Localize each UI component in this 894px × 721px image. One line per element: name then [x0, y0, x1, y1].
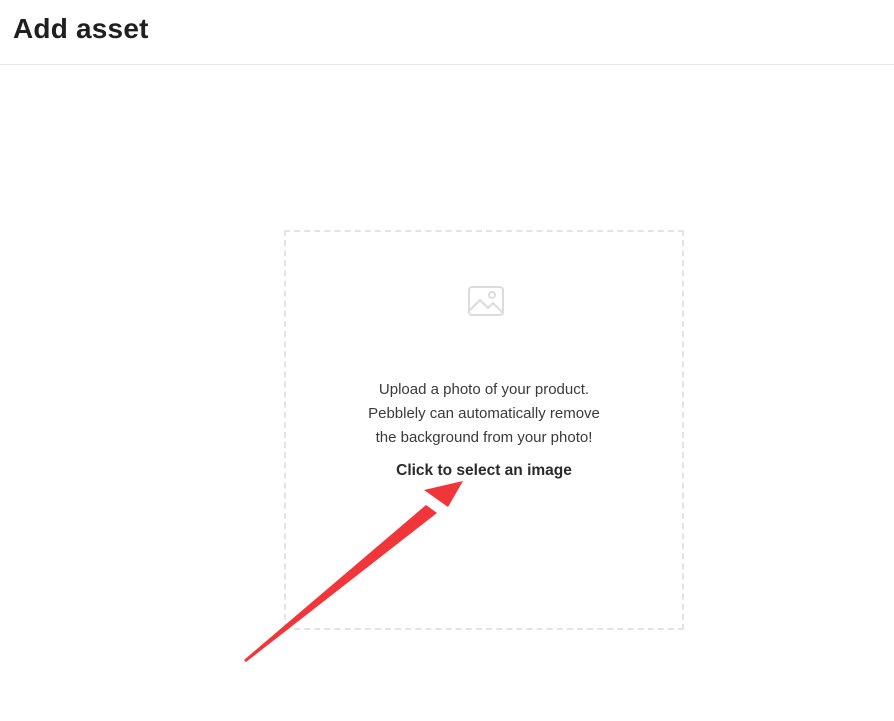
upload-instructions: Upload a photo of your product. Pebblely… — [286, 378, 682, 450]
page-title: Add asset — [13, 13, 149, 44]
page-header: Add asset — [0, 0, 894, 65]
image-upload-dropzone[interactable]: Upload a photo of your product. Pebblely… — [284, 230, 684, 630]
upload-instruction-line: Pebblely can automatically remove — [368, 405, 600, 422]
add-asset-page: Add asset Upload a photo of your product… — [0, 0, 894, 721]
select-image-link[interactable]: Click to select an image — [286, 460, 682, 482]
image-icon — [468, 286, 504, 316]
upload-instruction-line: Upload a photo of your product. — [378, 381, 590, 398]
upload-instruction-line: the background from your photo! — [375, 429, 593, 446]
